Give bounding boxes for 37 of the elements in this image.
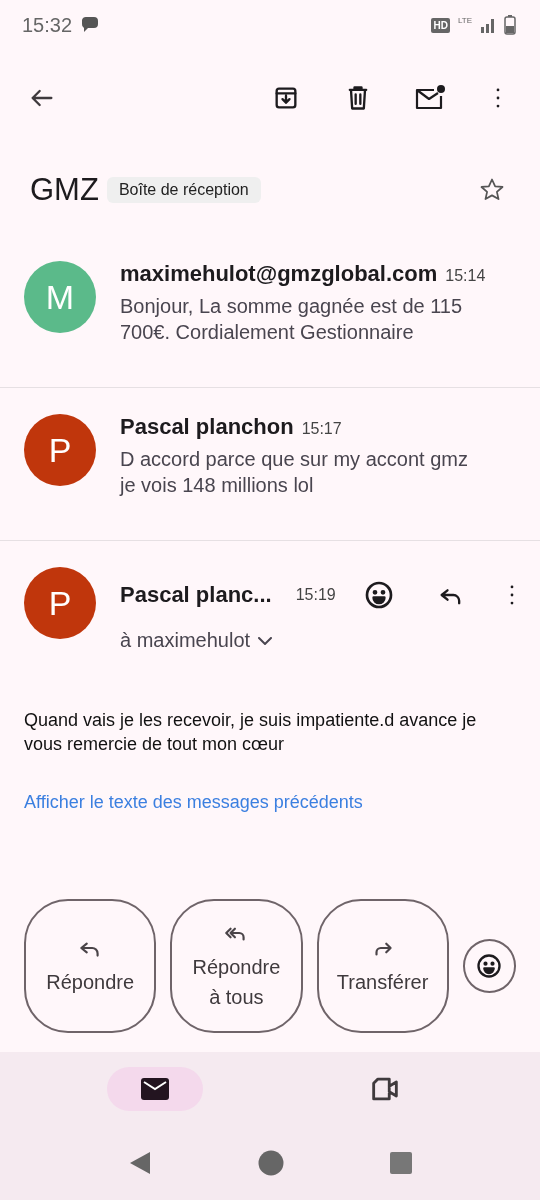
chevron-down-icon xyxy=(258,636,273,645)
status-time: 15:32 xyxy=(22,13,73,37)
sender-name: Pascal planchon xyxy=(120,414,294,440)
action-button[interactable]: Répondre à tous xyxy=(170,899,303,1033)
hd-indicator: HD xyxy=(431,17,450,33)
more-icon xyxy=(509,584,516,606)
label-chip: Boîte de réception xyxy=(106,177,261,203)
battery-icon xyxy=(504,15,516,35)
message-snippet: Bonjour, La somme gagnée est de 115 700€. Cordialement Gestionnaire xyxy=(120,294,464,345)
action-button[interactable]: Répondre xyxy=(24,899,157,1033)
unread-mail-icon xyxy=(414,83,446,112)
react-button[interactable] xyxy=(462,939,516,993)
mail-icon xyxy=(140,1077,170,1101)
message-snippet: D accord parce que sur my accont gmz je vois 148 millions lol xyxy=(120,447,469,498)
message-body: Quand vais je les recevoir, je suis impatiente.d avance je vous remercie de tout mon cœur xyxy=(24,709,478,756)
sender-name: maximehulot@gmzglobal.com xyxy=(120,261,438,287)
sender-name: Pascal planc... xyxy=(120,582,272,608)
sender-avatar: P xyxy=(24,414,96,486)
message-time: 15:14 xyxy=(445,267,486,285)
back-triangle-icon[interactable] xyxy=(128,1150,152,1176)
message-item[interactable]: P Pascal planchon 15:17 D accord parce que sur my accont gmz je vois 148 millions lol xyxy=(0,388,540,541)
signal-icon xyxy=(480,17,496,33)
email-subject: GMZ xyxy=(30,172,99,208)
action-button[interactable]: Transférer xyxy=(316,899,449,1033)
show-quoted-link[interactable]: Afficher le texte des messages précédents xyxy=(24,792,516,813)
chat-bubble-icon xyxy=(80,16,101,34)
network-type: LTE xyxy=(457,16,472,25)
message-time: 15:19 xyxy=(295,586,336,604)
sender-avatar: P xyxy=(24,567,96,639)
nav-tab[interactable] xyxy=(107,1067,203,1111)
home-icon[interactable] xyxy=(258,1150,284,1176)
more-icon xyxy=(495,86,501,109)
message-time: 15:17 xyxy=(301,420,342,438)
smiley-icon xyxy=(475,952,504,980)
message-item[interactable]: M maximehulot@gmzglobal.com 15:14 Bonjour, La somme gagnée est de 115 700€. Cordialement Gestionnaire xyxy=(0,235,540,388)
sender-avatar: M xyxy=(24,261,96,333)
recipient-toggle[interactable]: à maximehulot xyxy=(120,629,530,652)
